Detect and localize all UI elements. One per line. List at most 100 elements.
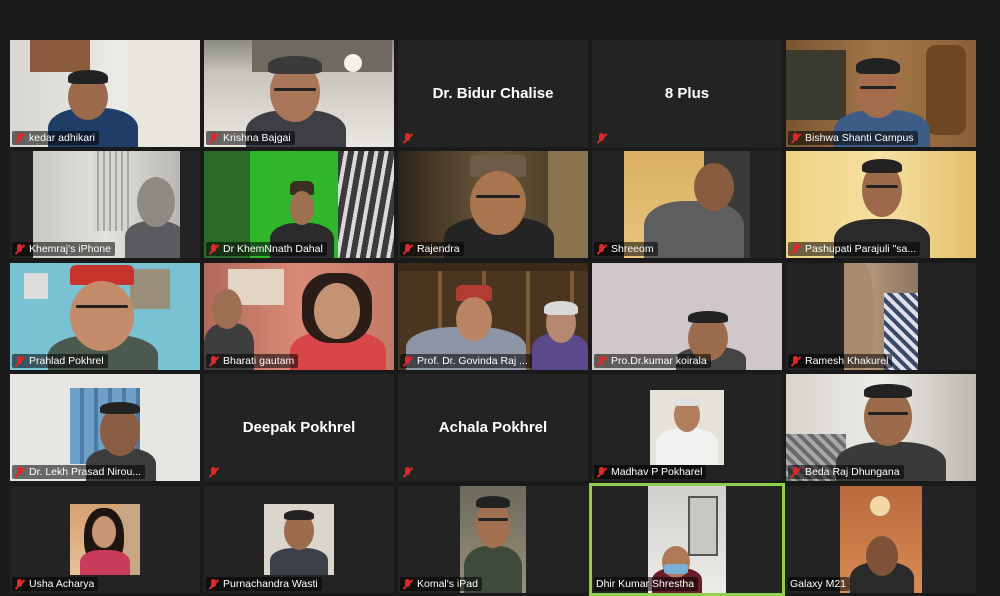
participant-tile-active-speaker[interactable]: Dhir Kumar Shrestha [589, 483, 785, 596]
participant-tile[interactable]: 8 Plus [592, 40, 782, 147]
participant-name-label: Purnachandra Wasti [206, 577, 322, 591]
participant-name: Bharati gautam [223, 355, 295, 367]
participant-name: Rajendra [417, 243, 460, 255]
participant-tile[interactable]: Beda Raj Dhungana [786, 374, 976, 481]
participant-tile[interactable]: Usha Acharya [10, 486, 200, 593]
participant-name: Purnachandra Wasti [223, 578, 318, 590]
participant-name-label [400, 466, 421, 479]
participant-name: Beda Raj Dhungana [805, 466, 900, 478]
participant-display-name: Deepak Pokhrel [242, 419, 356, 436]
participant-name-label: Dr. Lekh Prasad Nirou... [12, 465, 146, 479]
participant-name: Dr KhemNnath Dahal [223, 243, 323, 255]
participant-tile[interactable]: Dr. Lekh Prasad Nirou... [10, 374, 200, 481]
participant-video [70, 504, 140, 575]
participant-tile[interactable]: Madhav P Pokharel [592, 374, 782, 481]
participant-name-label [400, 132, 421, 145]
participant-tile[interactable]: Shreeom [592, 151, 782, 258]
participant-name-label: kedar adhikari [12, 131, 99, 145]
participant-name: Prof. Dr. Govinda Raj ... [417, 355, 528, 367]
microphone-muted-icon [790, 132, 802, 144]
microphone-muted-icon [208, 243, 220, 255]
participant-tile[interactable]: Pro.Dr.kumar koirala [592, 263, 782, 370]
participant-tile[interactable]: Purnachandra Wasti [204, 486, 394, 593]
participant-tile[interactable]: Prof. Dr. Govinda Raj ... [398, 263, 588, 370]
participant-name: Pro.Dr.kumar koirala [611, 355, 707, 367]
participant-name-label: Pashupati Parajuli "sa... [788, 242, 921, 256]
participant-name-label: Rajendra [400, 242, 464, 256]
participant-name: Usha Acharya [29, 578, 95, 590]
participant-tile[interactable]: Pashupati Parajuli "sa... [786, 151, 976, 258]
microphone-muted-icon [208, 132, 220, 144]
microphone-muted-icon [402, 355, 414, 367]
participant-tile[interactable]: Khemraj's iPhone [10, 151, 200, 258]
participant-name: Krishna Bajgai [223, 132, 291, 144]
participant-name: Bishwa Shanti Campus [805, 132, 914, 144]
participant-name-label: Usha Acharya [12, 577, 99, 591]
microphone-muted-icon [14, 355, 26, 367]
participant-video [264, 504, 334, 575]
participant-name: Shreeom [611, 243, 654, 255]
participant-display-name: 8 Plus [664, 85, 710, 102]
participant-display-name: Achala Pokhrel [438, 419, 548, 436]
microphone-muted-icon [208, 467, 220, 478]
participant-tile[interactable]: Rajendra [398, 151, 588, 258]
gallery-view: kedar adhikari Krishna Bajgai Dr. Bidur … [0, 0, 1000, 596]
participant-tile[interactable]: Ramesh Khakurel [786, 263, 976, 370]
participant-tile[interactable]: Bharati gautam [204, 263, 394, 370]
participant-video [840, 486, 922, 593]
microphone-muted-icon [790, 466, 802, 478]
participant-name-label: Beda Raj Dhungana [788, 465, 904, 479]
participant-name-label [206, 466, 227, 479]
participant-tile[interactable]: Dr. Bidur Chalise [398, 40, 588, 147]
participant-name: Dhir Kumar Shrestha [596, 578, 695, 590]
participant-tile[interactable]: Dr KhemNnath Dahal [204, 151, 394, 258]
participant-name-label: Shreeom [594, 242, 658, 256]
microphone-muted-icon [14, 243, 26, 255]
participant-name-label: Madhav P Pokharel [594, 465, 707, 479]
participant-tile[interactable]: kedar adhikari [10, 40, 200, 147]
participant-name-label: Dhir Kumar Shrestha [594, 577, 699, 591]
participant-name: Pashupati Parajuli "sa... [805, 243, 917, 255]
participant-tile[interactable]: Deepak Pokhrel [204, 374, 394, 481]
participant-name: Prahlad Pokhrel [29, 355, 104, 367]
microphone-muted-icon [596, 243, 608, 255]
participant-name-label: Prahlad Pokhrel [12, 354, 108, 368]
participant-name-label: Krishna Bajgai [206, 131, 295, 145]
microphone-muted-icon [14, 132, 26, 144]
participant-tile[interactable]: Galaxy M21 [786, 486, 976, 593]
participant-name-label: Prof. Dr. Govinda Raj ... [400, 354, 532, 368]
microphone-muted-icon [402, 133, 414, 144]
participant-name: Ramesh Khakurel [805, 355, 889, 367]
participant-name-label: Khemraj's iPhone [12, 242, 115, 256]
participant-name-label: Pro.Dr.kumar koirala [594, 354, 711, 368]
participant-display-name: Dr. Bidur Chalise [432, 85, 554, 102]
participant-name-label: Galaxy M21 [788, 577, 851, 591]
participant-name-label: Komal's iPad [400, 577, 482, 591]
participant-name: Komal's iPad [417, 578, 478, 590]
participant-name: Dr. Lekh Prasad Nirou... [29, 466, 142, 478]
microphone-muted-icon [790, 243, 802, 255]
microphone-muted-icon [402, 243, 414, 255]
participant-tile[interactable]: Komal's iPad [398, 486, 588, 593]
participant-name: Galaxy M21 [790, 578, 847, 590]
participant-name: Khemraj's iPhone [29, 243, 111, 255]
microphone-muted-icon [402, 467, 414, 478]
participant-name: kedar adhikari [29, 132, 95, 144]
microphone-muted-icon [596, 133, 608, 144]
participant-name-label [594, 132, 615, 145]
participant-name: Madhav P Pokharel [611, 466, 703, 478]
participant-name-label: Bharati gautam [206, 354, 299, 368]
participant-name-label: Bishwa Shanti Campus [788, 131, 918, 145]
participant-tile[interactable]: Achala Pokhrel [398, 374, 588, 481]
participant-tile[interactable]: Bishwa Shanti Campus [786, 40, 976, 147]
microphone-muted-icon [596, 355, 608, 367]
microphone-muted-icon [596, 466, 608, 478]
microphone-muted-icon [790, 355, 802, 367]
participant-tile[interactable]: Prahlad Pokhrel [10, 263, 200, 370]
participant-name-label: Ramesh Khakurel [788, 354, 893, 368]
microphone-muted-icon [14, 466, 26, 478]
participant-video [650, 390, 724, 465]
participant-tile[interactable]: Krishna Bajgai [204, 40, 394, 147]
microphone-muted-icon [208, 355, 220, 367]
participant-name-label: Dr KhemNnath Dahal [206, 242, 327, 256]
